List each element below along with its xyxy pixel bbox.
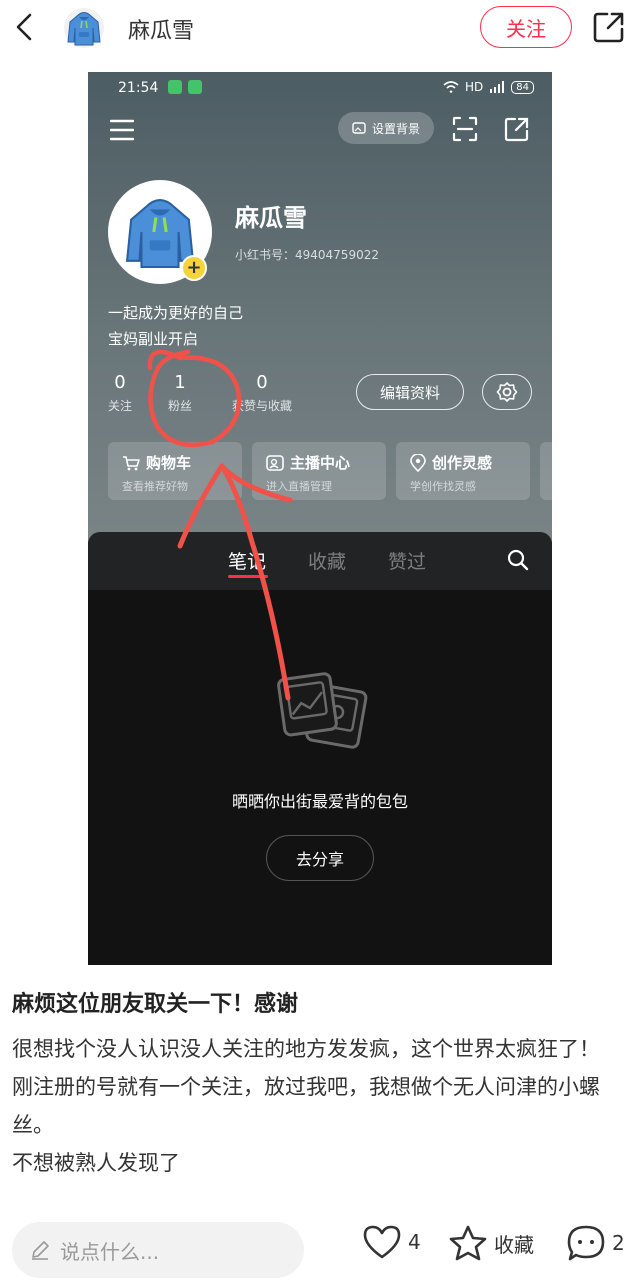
collect-label: 收藏 xyxy=(494,1232,534,1257)
stat-likes-label: 获赞与收藏 xyxy=(232,399,293,413)
image-icon xyxy=(352,122,366,134)
cart-card-sub: 查看推荐好物 xyxy=(122,480,188,493)
top-nav-bar: 麻瓜雪 关注 xyxy=(0,0,633,60)
menu-icon xyxy=(109,119,135,141)
status-right-indicators: HD 84 xyxy=(443,80,534,94)
profile-nickname: 麻瓜雪 xyxy=(235,204,307,232)
status-time: 21:54 xyxy=(118,80,159,96)
edit-profile-button: 编辑资料 xyxy=(356,374,464,410)
set-background-label: 设置背景 xyxy=(371,121,420,136)
wifi-icon xyxy=(443,81,459,93)
back-arrow-icon[interactable] xyxy=(10,12,38,42)
comment-placeholder: 说点什么... xyxy=(60,1239,160,1264)
stat-likes-count: 0 xyxy=(256,372,268,393)
network-label: HD xyxy=(465,80,484,94)
stat-following: 0 关注 xyxy=(108,372,132,414)
settings-gear-icon xyxy=(482,374,532,410)
active-tab-indicator xyxy=(228,575,268,578)
collect-button[interactable]: 收藏 xyxy=(448,1224,534,1262)
signal-icon xyxy=(490,81,505,93)
stat-fans-label: 粉丝 xyxy=(168,399,193,413)
tab-collections: 收藏 xyxy=(308,551,347,573)
profile-red-id: 小红书号：49404759022 xyxy=(235,248,379,262)
post-body-paragraph: 很想找个没人认识没人关注的地方发发疯，这个世界太疯狂了！ xyxy=(12,1037,600,1061)
post-image-screenshot[interactable]: 21:54 HD 84 设置背景 + 麻瓜雪 小红书号：49404759022 … xyxy=(88,72,552,965)
more-card-partial xyxy=(540,442,552,500)
streamer-card-title: 主播中心 xyxy=(290,454,351,472)
like-button[interactable]: 4 xyxy=(362,1224,421,1260)
stat-likes: 0 获赞与收藏 xyxy=(232,372,292,414)
post-body-paragraph: 不想被熟人发现了 xyxy=(12,1151,180,1175)
hoodie-avatar-icon xyxy=(67,12,101,46)
tab-notes: 笔记 xyxy=(228,551,267,573)
battery-level: 84 xyxy=(511,80,534,94)
post-body: 很想找个没人认识没人关注的地方发发疯，这个世界太疯狂了！ 刚注册的号就有一个关注，… xyxy=(12,1030,627,1206)
profile-share-icon xyxy=(504,116,530,142)
set-background-chip: 设置背景 xyxy=(338,112,434,144)
comment-count: 2 xyxy=(612,1231,625,1255)
post-body-paragraph: 刚注册的号就有一个关注，放过我吧，我想做个无人问津的小螺丝。 xyxy=(12,1075,600,1137)
streamer-icon xyxy=(266,454,284,471)
like-count: 4 xyxy=(408,1230,421,1254)
comment-button[interactable]: 2 xyxy=(566,1224,625,1262)
post-title: 麻烦这位朋友取关一下！感谢 xyxy=(12,992,299,1017)
search-icon xyxy=(506,548,530,572)
inspiration-card-title: 创作灵感 xyxy=(432,454,493,472)
inspiration-card-sub: 学创作找灵感 xyxy=(410,480,476,493)
empty-state-text: 晒晒你出街最爱背的包包 xyxy=(231,792,408,811)
go-share-button: 去分享 xyxy=(266,835,374,881)
bottom-action-bar: 说点什么... 4 收藏 2 xyxy=(0,1206,633,1280)
stat-fans: 1 粉丝 xyxy=(168,372,192,414)
comment-input[interactable]: 说点什么... xyxy=(12,1222,304,1278)
author-avatar[interactable] xyxy=(64,8,104,48)
shopping-cart-card: 购物车 查看推荐好物 xyxy=(108,442,242,500)
heart-icon xyxy=(363,1225,401,1259)
location-pin-icon xyxy=(410,453,426,472)
streamer-center-card: 主播中心 进入直播管理 xyxy=(252,442,386,500)
inspiration-card: 创作灵感 学创作找灵感 xyxy=(396,442,530,500)
tab-liked: 赞过 xyxy=(388,551,427,573)
share-icon[interactable] xyxy=(592,10,626,44)
profile-bio-line: 宝妈副业开启 xyxy=(108,330,199,348)
profile-tabs: 笔记 收藏 赞过 xyxy=(88,532,552,590)
pencil-icon xyxy=(32,1241,49,1260)
star-icon xyxy=(449,1225,487,1261)
cart-card-title: 购物车 xyxy=(146,454,192,472)
profile-bio-line: 一起成为更好的自己 xyxy=(108,304,244,322)
comment-bubble-icon xyxy=(567,1225,605,1261)
add-avatar-plus-icon: + xyxy=(181,255,207,281)
follow-button[interactable]: 关注 xyxy=(480,6,572,48)
status-app-icons xyxy=(168,80,202,94)
author-name[interactable]: 麻瓜雪 xyxy=(128,13,194,45)
empty-photos-illustration xyxy=(274,668,370,756)
streamer-card-sub: 进入直播管理 xyxy=(266,480,332,493)
stat-following-count: 0 xyxy=(114,372,126,393)
scan-icon xyxy=(452,116,478,142)
stat-following-label: 关注 xyxy=(108,399,133,413)
stat-fans-count: 1 xyxy=(174,372,186,393)
cart-icon xyxy=(123,455,140,470)
